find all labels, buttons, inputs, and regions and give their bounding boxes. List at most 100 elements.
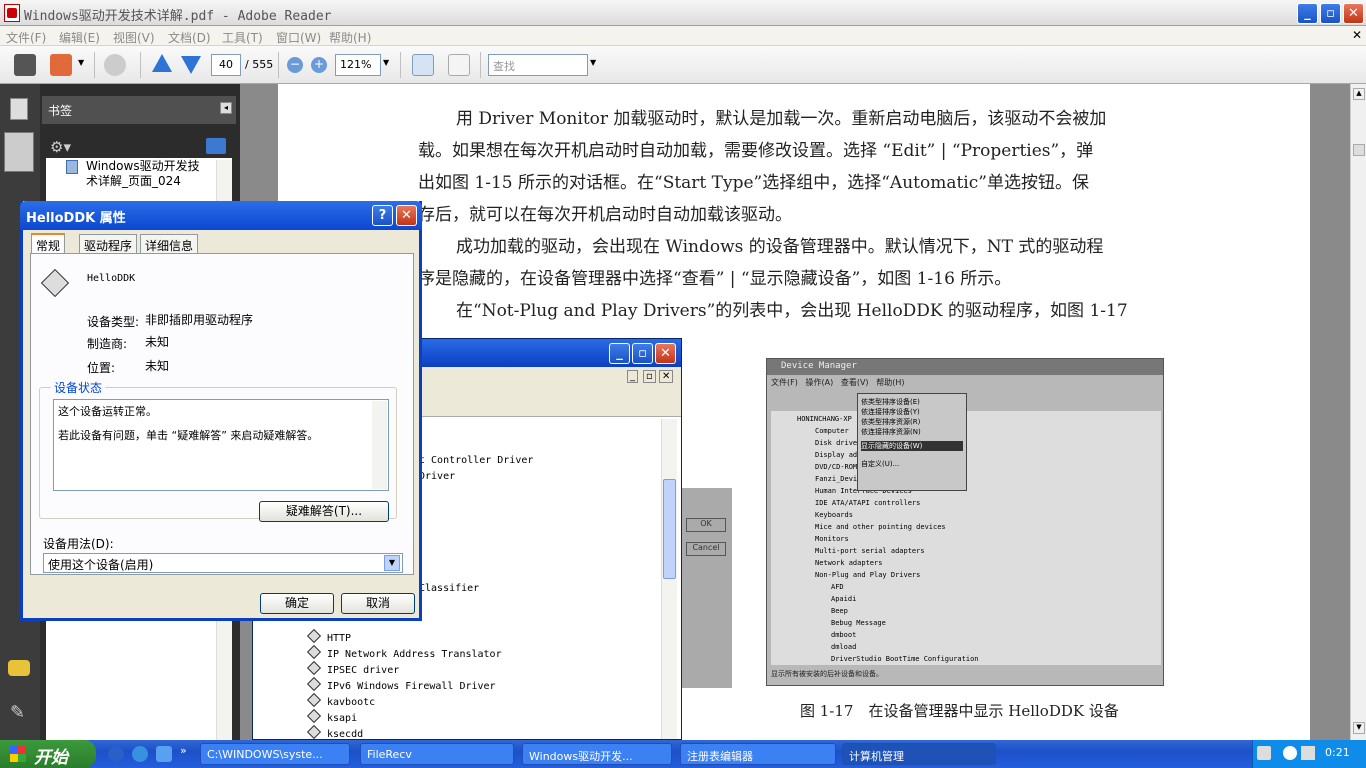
zoom-dropdown-icon[interactable]: ▼ (383, 58, 389, 67)
device-tree-item[interactable]: ksapi (306, 708, 357, 724)
bookmarks-tab-icon[interactable] (4, 132, 34, 172)
figure-caption: 图 1-17 在设备管理器中显示 HelloDDK 设备 (800, 702, 1119, 720)
mgmt-inner-restore[interactable]: ▫ (643, 370, 656, 383)
scroll-down-icon[interactable]: ▼ (1353, 722, 1365, 734)
tab-driver[interactable]: 驱动程序 (79, 234, 138, 254)
dialog-title: HelloDDK 属性 (26, 211, 126, 226)
fit-width-icon[interactable] (412, 54, 434, 76)
attachments-icon[interactable]: ✎ (10, 702, 25, 723)
new-bookmark-icon[interactable] (206, 138, 226, 154)
device-tree-item[interactable]: IPv6 Windows Firewall Driver (306, 676, 496, 692)
task-filerecv[interactable]: FileRecv (360, 743, 514, 765)
task-adobe-reader[interactable]: Windows驱动开发... (522, 743, 672, 765)
device-tree-item[interactable]: kavbootc (306, 692, 375, 708)
email-icon[interactable] (50, 54, 72, 76)
menu-document[interactable]: 文档(D) (168, 29, 211, 46)
device-tree-item[interactable]: ksecdd (306, 724, 363, 740)
document-scrollbar[interactable]: ▲ ▼ (1350, 84, 1366, 740)
tab-general[interactable]: 常规 (31, 233, 66, 255)
keyboard-icon[interactable] (1257, 746, 1271, 760)
print-icon[interactable] (14, 54, 36, 76)
zoom-out-icon[interactable]: − (287, 57, 303, 73)
internet-explorer-icon[interactable] (132, 746, 148, 762)
mgmt-inner-minimize[interactable]: _ (627, 370, 638, 383)
mgmt-scrollbar[interactable] (661, 419, 677, 739)
device-tree-item[interactable]: HTTP (306, 628, 351, 644)
troubleshoot-button[interactable]: 疑难解答(T)... (259, 501, 389, 522)
device-tree-item[interactable]: Classifier (419, 583, 479, 594)
menu-help[interactable]: 帮助(H) (329, 29, 371, 46)
hand-tool-icon[interactable] (104, 54, 126, 76)
find-dropdown-icon[interactable]: ▼ (590, 58, 596, 67)
task-computer-management[interactable]: 计算机管理 (842, 743, 996, 765)
device-tree-item[interactable]: t Controller Driver (419, 455, 533, 466)
ok-button[interactable]: 确定 (260, 593, 334, 614)
mgmt-minimize-button[interactable]: _ (609, 343, 630, 364)
device-tree-item[interactable]: IPSEC driver (306, 660, 399, 676)
bookmark-item[interactable]: Windows驱动开发技 术详解_页面_024 (86, 159, 218, 189)
figure-menu: 文件(F) 操作(A) 查看(V) 帮助(H) (771, 378, 905, 387)
pages-icon[interactable] (10, 98, 28, 120)
maximize-button[interactable]: ▫ (1320, 3, 1341, 24)
previous-page-icon[interactable] (152, 54, 172, 72)
options-gear-icon[interactable]: ⚙▾ (50, 138, 71, 156)
tray-expand-icon[interactable] (1283, 746, 1297, 760)
paragraph: 用 Driver Monitor 加载驱动时，默认是加载一次。重新启动电脑后，该… (456, 109, 1107, 129)
chevron-down-icon[interactable]: ▼ (78, 58, 84, 67)
menu-tools[interactable]: 工具(T) (222, 29, 263, 46)
menu-file[interactable]: 文件(F) (6, 29, 46, 46)
figure-dialog-fragment: OK Cancel (682, 488, 732, 688)
menu-edit[interactable]: 编辑(E) (59, 29, 100, 46)
title-bar: Windows驱动开发技术详解.pdf - Adobe Reader _ ▫ ✕ (0, 0, 1366, 26)
figure-cancel: Cancel (686, 542, 726, 556)
device-usage-select[interactable]: 使用这个设备(启用) ▼ (43, 553, 403, 573)
mgmt-close-button[interactable]: ✕ (655, 343, 676, 364)
figure-tree-item: Keyboards (815, 511, 853, 519)
scroll-thumb[interactable] (1353, 144, 1365, 156)
device-status-textbox[interactable]: 这个设备运转正常。 若此设备有问题，单击 “疑难解答” 来启动疑难解答。 (53, 399, 389, 491)
start-button[interactable]: 开始 (0, 740, 96, 768)
toolbar-separator (480, 52, 481, 78)
page-number-input[interactable]: 40 (211, 54, 241, 76)
menu-view[interactable]: 视图(V) (113, 29, 155, 46)
menu-window[interactable]: 窗口(W) (276, 29, 321, 46)
collapse-panel-icon[interactable]: ◂ (220, 102, 232, 114)
mgmt-inner-close[interactable]: ✕ (659, 370, 674, 383)
zoom-in-icon[interactable]: + (311, 57, 327, 73)
scroll-up-icon[interactable]: ▲ (1353, 88, 1365, 100)
comments-icon[interactable] (8, 660, 30, 676)
mgmt-scroll-thumb[interactable] (663, 479, 676, 579)
media-player-icon[interactable] (108, 746, 124, 762)
device-tree-item[interactable]: IP Network Address Translator (306, 644, 502, 660)
figure-status: 显示所有被安装的后补设备和设备。 (771, 670, 883, 678)
task-regedit[interactable]: 注册表编辑器 (680, 743, 836, 765)
mgmt-maximize-button[interactable]: ▫ (632, 343, 653, 364)
chevron-down-icon[interactable]: ▼ (384, 555, 400, 571)
properties-dialog: HelloDDK 属性 ? ✕ 常规 驱动程序 详细信息 HelloDDK 设备… (20, 201, 422, 621)
zoom-input[interactable]: 121% (335, 54, 381, 76)
chevron-right-icon[interactable]: » (180, 744, 187, 757)
device-status-label: 设备状态 (51, 379, 106, 396)
figure-tree-item: Apaidi (831, 595, 857, 603)
quicklaunch-icon[interactable] (156, 746, 172, 762)
find-input[interactable]: 查找 (488, 54, 588, 76)
device-name: HelloDDK (87, 273, 136, 284)
dialog-close-button[interactable]: ✕ (396, 205, 417, 226)
cancel-button[interactable]: 取消 (341, 593, 415, 614)
device-icon (306, 660, 322, 676)
fit-page-icon[interactable] (448, 54, 470, 76)
device-tree-item[interactable]: Driver (419, 471, 455, 482)
device-icon (306, 724, 322, 740)
minimize-button[interactable]: _ (1297, 3, 1318, 24)
help-button[interactable]: ? (372, 205, 393, 226)
menu-close-icon[interactable]: ✕ (1352, 28, 1362, 42)
clock[interactable]: 0:21 (1325, 746, 1350, 759)
next-page-icon[interactable] (181, 56, 201, 74)
status-scrollbar[interactable] (372, 401, 387, 489)
volume-icon[interactable] (1301, 746, 1315, 760)
task-cmd[interactable]: C:\WINDOWS\syste... (200, 743, 350, 765)
location-label: 位置: (87, 361, 116, 375)
close-button[interactable]: ✕ (1343, 3, 1364, 24)
bookmarks-header: 书签 ◂ (42, 96, 236, 124)
tab-details[interactable]: 详细信息 (140, 234, 199, 254)
